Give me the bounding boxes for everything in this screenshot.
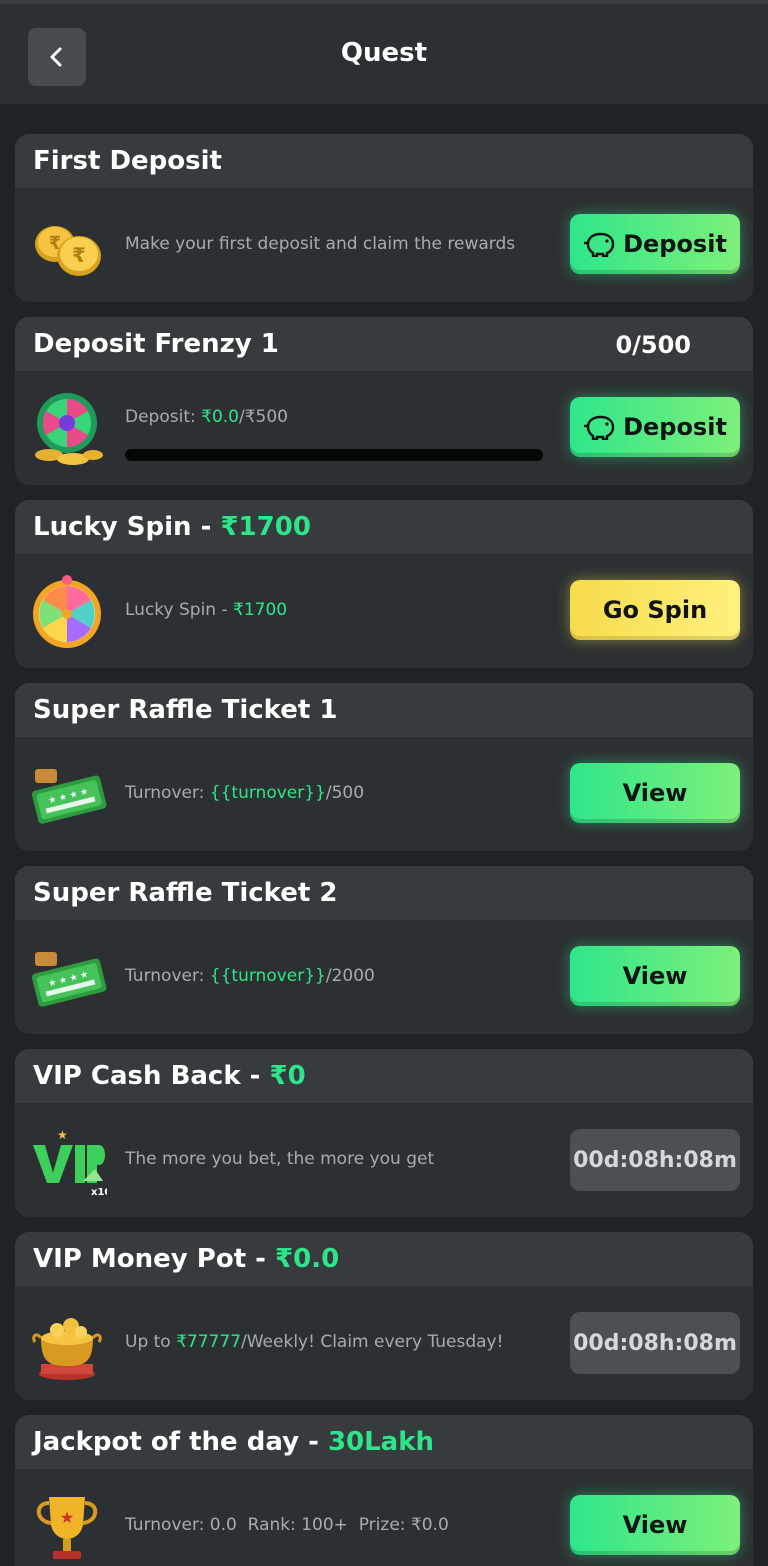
view-button[interactable]: View [570, 946, 740, 1006]
card-title-amount: ₹0.0 [275, 1244, 340, 1274]
card-title-text: VIP Cash Back - [33, 1061, 261, 1091]
svg-text:x10: x10 [91, 1187, 107, 1198]
rupee-coins-icon: ₹ ₹ [35, 226, 101, 276]
spin-wheel-icon [33, 575, 101, 648]
card-description: Turnover: {{turnover}}/2000 [125, 966, 375, 986]
card-title: Deposit Frenzy 1 0/500 [15, 317, 753, 371]
card-title-text: Super Raffle Ticket 2 [33, 878, 338, 908]
prize-wheel-coins-icon [35, 393, 103, 465]
card-title-text: VIP Money Pot - [33, 1244, 266, 1274]
spin-label: Lucky Spin - [125, 600, 234, 620]
card-title: Super Raffle Ticket 1 [15, 683, 753, 737]
card-title-amount: 30Lakh [327, 1427, 435, 1457]
turnover-value: {{turnover}} [209, 783, 326, 803]
piggy-bank-icon [584, 232, 615, 257]
card-description: Make your first deposit and claim the re… [125, 234, 516, 254]
card-description: Up to ₹77777/Weekly! Claim every Tuesday… [125, 1332, 503, 1352]
spin-amount: ₹1700 [233, 600, 288, 620]
piggy-bank-icon [584, 415, 615, 440]
card-title: VIP Money Pot - ₹0.0 [15, 1232, 753, 1286]
card-title-text: First Deposit [33, 146, 222, 176]
card-title-text: Super Raffle Ticket 1 [33, 695, 338, 725]
card-title: Jackpot of the day - 30Lakh [15, 1415, 753, 1469]
trophy-icon: ★ [36, 1497, 98, 1559]
view-button-label: View [622, 962, 688, 990]
quest-card-vip-cashback: VIP Cash Back - ₹0 x10 ★ The more you be… [15, 1049, 753, 1217]
deposit-button[interactable]: Deposit [570, 397, 740, 457]
countdown-timer: 00d:08h:08m [570, 1312, 740, 1374]
svg-text:★: ★ [60, 1508, 74, 1527]
countdown-timer: 00d:08h:08m [570, 1129, 740, 1191]
card-title-text: Jackpot of the day - [33, 1427, 319, 1457]
go-spin-button[interactable]: Go Spin [570, 580, 740, 640]
pot-schedule: /Weekly! Claim every Tuesday! [241, 1332, 504, 1352]
card-title: VIP Cash Back - ₹0 [15, 1049, 753, 1103]
turnover-target: /500 [325, 783, 365, 803]
card-title-amount: ₹1700 [220, 512, 311, 542]
card-description: Lucky Spin - ₹1700 [125, 600, 287, 620]
deposit-button[interactable]: Deposit [570, 214, 740, 274]
quest-card-vip-money-pot: VIP Money Pot - ₹0.0 Up to ₹77777/Weekly… [15, 1232, 753, 1400]
pot-label: Up to [125, 1332, 177, 1352]
deposit-label: Deposit: [125, 407, 202, 427]
view-button-label: View [622, 1511, 688, 1539]
turnover-target: /2000 [325, 966, 375, 986]
view-button[interactable]: View [570, 1495, 740, 1555]
card-title-text: Deposit Frenzy 1 [33, 329, 279, 359]
quest-card-jackpot: Jackpot of the day - 30Lakh ★ Turnover: … [15, 1415, 753, 1566]
turnover-label: Turnover: [125, 783, 210, 803]
card-description: The more you bet, the more you get [125, 1149, 435, 1169]
go-spin-button-label: Go Spin [602, 596, 708, 624]
card-description: Deposit: ₹0.0/₹500 [125, 407, 288, 427]
raffle-ticket-icon: ★ ★ ★ ★ [31, 769, 107, 824]
pot-amount: ₹77777 [176, 1332, 242, 1352]
deposit-target: /₹500 [238, 407, 288, 427]
card-description: Turnover: 0.0 Rank: 100+ Prize: ₹0.0 [125, 1515, 449, 1535]
quest-card-lucky-spin: Lucky Spin - ₹1700 Lucky Spin - ₹1700 Go… [15, 500, 753, 668]
card-title: First Deposit [15, 134, 753, 188]
quest-card-raffle-2: Super Raffle Ticket 2 ★ ★ ★ ★ Turnover: … [15, 866, 753, 1034]
deposit-progress-bar [125, 449, 543, 461]
card-title-text: Lucky Spin - [33, 512, 212, 542]
turnover-value: {{turnover}} [209, 966, 326, 986]
deposit-button-label: Deposit [623, 413, 727, 441]
deposit-current: ₹0.0 [201, 407, 239, 427]
svg-text:₹: ₹ [72, 243, 86, 267]
raffle-ticket-icon: ★ ★ ★ ★ [31, 952, 107, 1007]
gold-pot-icon [32, 1318, 102, 1380]
svg-text:★: ★ [57, 1128, 68, 1142]
vip-badge-icon: x10 ★ [33, 1128, 107, 1198]
top-bar: Quest [0, 0, 768, 104]
view-button[interactable]: View [570, 763, 740, 823]
view-button-label: View [622, 779, 688, 807]
quest-card-first-deposit: First Deposit ₹ ₹ Make your first deposi… [15, 134, 753, 302]
quest-card-raffle-1: Super Raffle Ticket 1 ★ ★ ★ ★ Turnover: … [15, 683, 753, 851]
card-title: Super Raffle Ticket 2 [15, 866, 753, 920]
card-title-amount: ₹0 [269, 1061, 306, 1091]
quest-card-deposit-frenzy: Deposit Frenzy 1 0/500 Deposit: ₹0.0/₹50… [15, 317, 753, 485]
turnover-label: Turnover: [125, 966, 210, 986]
card-description: Turnover: {{turnover}}/500 [125, 783, 364, 803]
deposit-button-label: Deposit [623, 230, 727, 258]
page-title: Quest [340, 38, 428, 68]
progress-count: 0/500 [615, 331, 691, 359]
card-title: Lucky Spin - ₹1700 [15, 500, 753, 554]
